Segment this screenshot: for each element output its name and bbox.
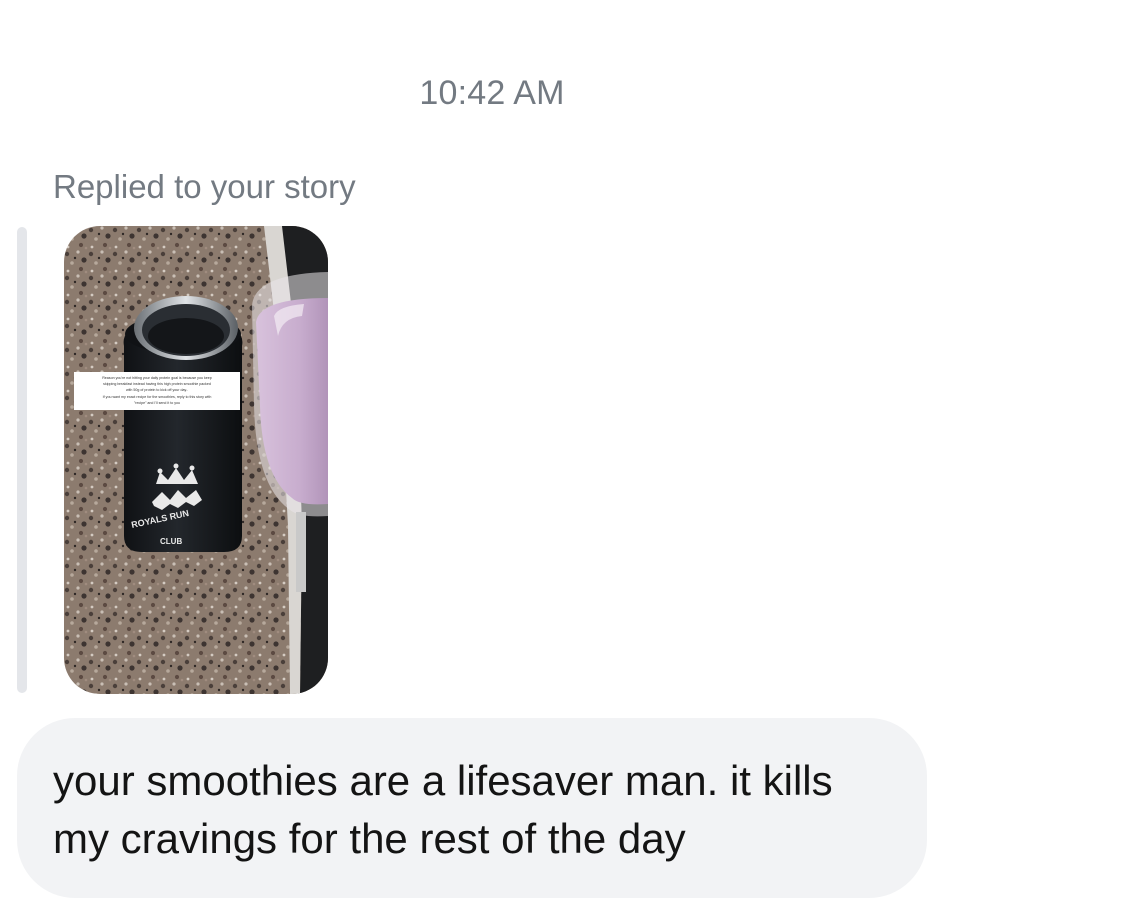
message-bubble[interactable]: your smoothies are a lifesaver man. it k… [17, 718, 927, 898]
reply-indicator-bar [17, 227, 27, 693]
reply-context-label: Replied to your story [53, 168, 356, 205]
story-photo: ROYALS RUN CLUB Reason you're not hittin… [64, 226, 328, 694]
timestamp: 10:42 AM [419, 74, 565, 112]
caption-line: "recipe" and I'll send it to you [134, 401, 180, 405]
story-thumbnail[interactable]: ROYALS RUN CLUB Reason you're not hittin… [64, 226, 328, 694]
caption-line: with 50g of protein to kick off your day… [126, 388, 188, 392]
bottle-logo-subtext: CLUB [160, 537, 182, 546]
shaker-bottle: ROYALS RUN CLUB [123, 296, 243, 552]
caption-line: skipping breakfast instead having this h… [103, 382, 211, 386]
caption-line: If you want my exact recipe for the smoo… [103, 395, 212, 399]
caption-line: Reason you're not hitting your daily pro… [102, 376, 212, 380]
message-text: your smoothies are a lifesaver man. it k… [53, 757, 833, 862]
story-caption: Reason you're not hitting your daily pro… [74, 372, 240, 410]
